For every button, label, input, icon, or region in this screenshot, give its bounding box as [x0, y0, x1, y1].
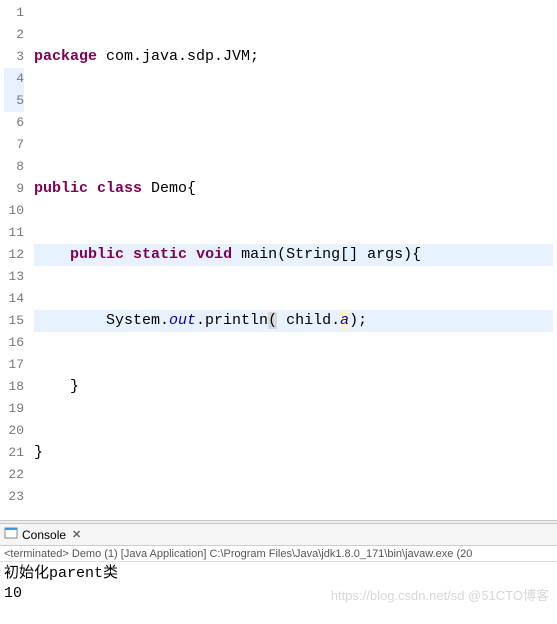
code-line: } — [34, 376, 553, 398]
console-icon — [4, 526, 18, 543]
code-line: System.out.println( child.a); — [34, 310, 553, 332]
console-status: <terminated> Demo (1) [Java Application]… — [0, 546, 557, 562]
code-area[interactable]: package com.java.sdp.JVM; public class D… — [30, 0, 557, 520]
code-line — [34, 508, 553, 520]
close-icon[interactable]: ✕ — [72, 528, 81, 541]
output-line: 10 — [4, 585, 22, 602]
console-tab[interactable]: Console ✕ — [0, 524, 557, 546]
console-output[interactable]: 初始化parent类 10 — [0, 562, 557, 606]
code-line — [34, 112, 553, 134]
code-line: public static void main(String[] args){ — [34, 244, 553, 266]
line-gutter: 1 2 3 4 5 6 7 8 9 10 11 12 13 14 15 16 1… — [0, 0, 30, 520]
console-title: Console — [22, 528, 66, 542]
code-line: public class Demo{ — [34, 178, 553, 200]
code-line: } — [34, 442, 553, 464]
code-line: package com.java.sdp.JVM; — [34, 46, 553, 68]
code-editor[interactable]: 1 2 3 4 5 6 7 8 9 10 11 12 13 14 15 16 1… — [0, 0, 557, 520]
output-line: 初始化parent类 — [4, 565, 118, 582]
